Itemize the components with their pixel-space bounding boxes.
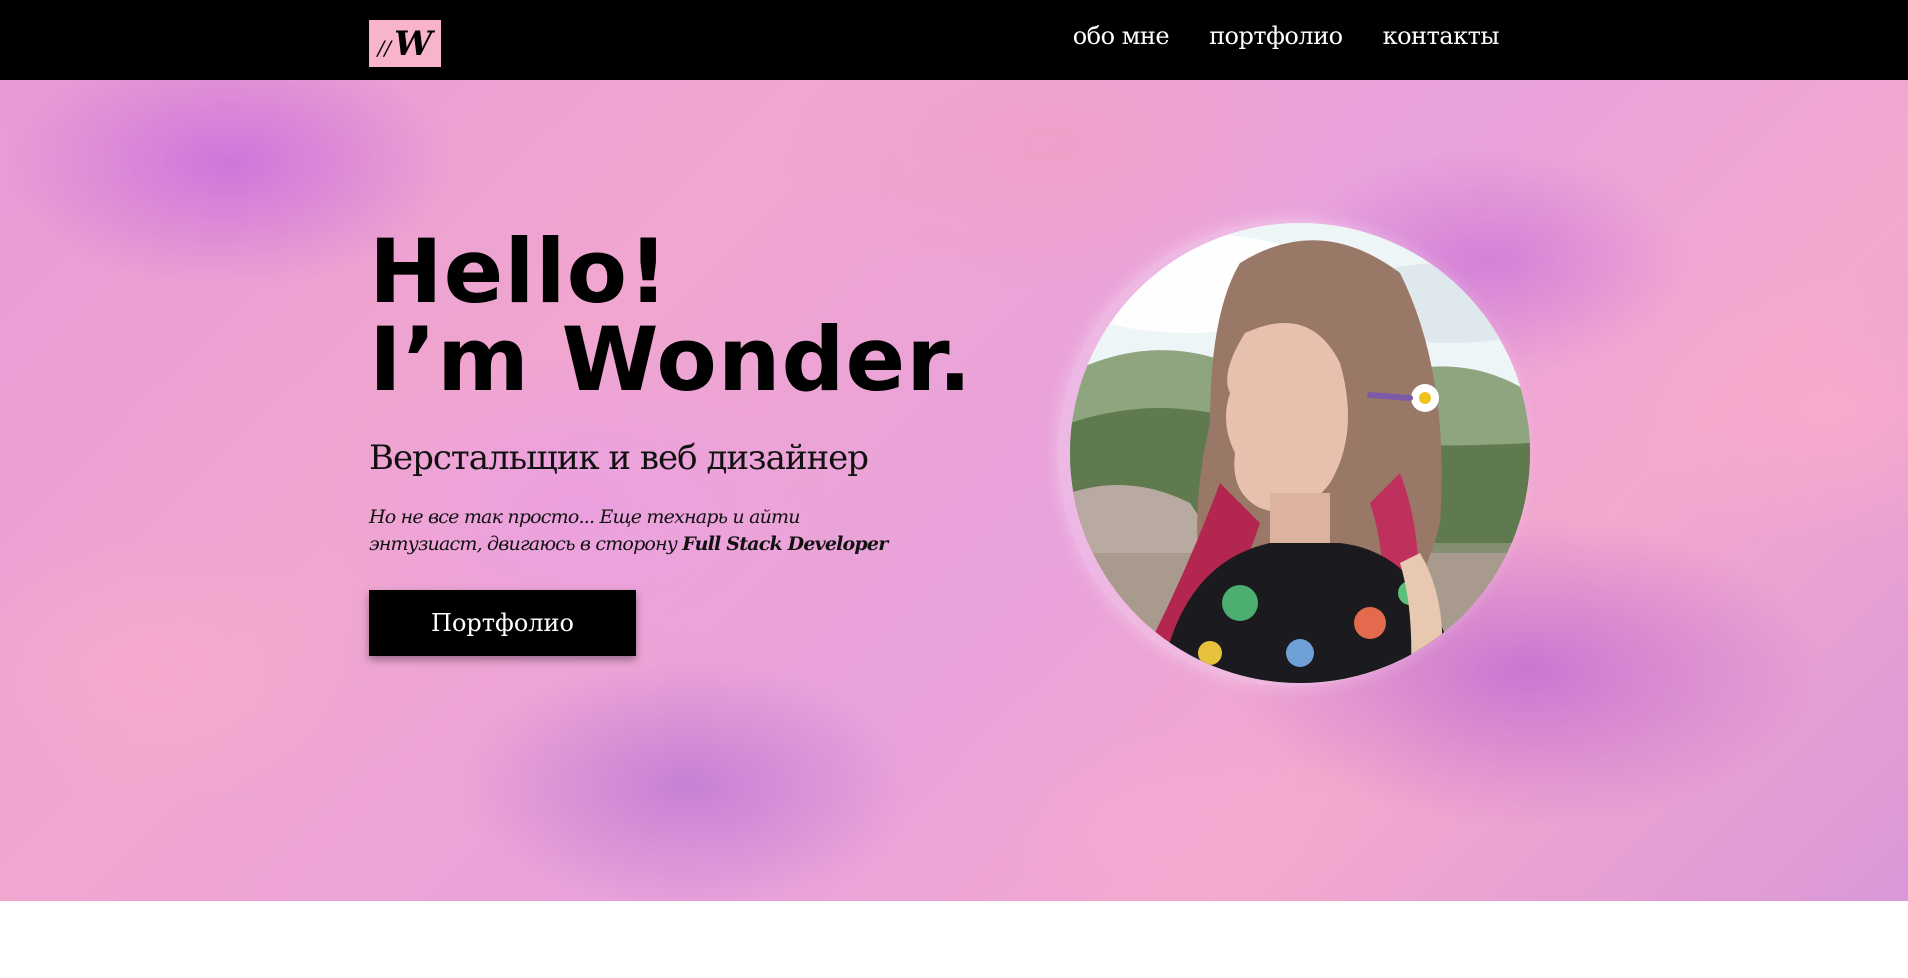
nav-link-portfolio[interactable]: портфолио [1209, 22, 1343, 50]
logo-letter: W [394, 23, 433, 64]
main-nav: обо мне портфолио контакты [1073, 22, 1500, 50]
nav-link-contacts[interactable]: контакты [1383, 22, 1500, 50]
hero-heading-line2: I’m Wonder. [369, 308, 973, 411]
hero-heading-line1: Hello! [369, 220, 670, 323]
hero-heading: Hello! I’m Wonder. [369, 228, 973, 404]
nav-link-about[interactable]: обо мне [1073, 22, 1170, 50]
page-below-fold [0, 901, 1908, 978]
hero-description-highlight: Full Stack Developer [682, 533, 888, 555]
hero-section: Hello! I’m Wonder. Верстальщик и веб диз… [0, 80, 1908, 901]
site-header: // W обо мне портфолио контакты [0, 0, 1908, 80]
logo-slashes: // [377, 35, 392, 60]
hero-role: Верстальщик и веб дизайнер [369, 438, 869, 478]
site-logo[interactable]: // W [369, 20, 441, 67]
hero-description: Но не все так просто... Еще технарь и ай… [369, 504, 889, 558]
avatar [1070, 223, 1530, 683]
portfolio-button[interactable]: Портфолио [369, 590, 636, 656]
profile-photo-icon [1070, 223, 1530, 683]
